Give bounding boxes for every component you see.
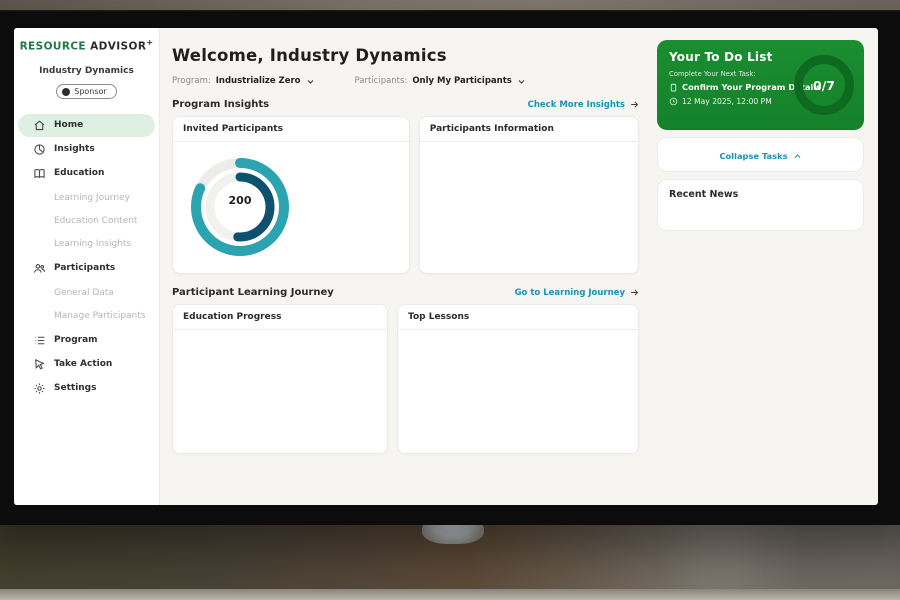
logo-plus: + <box>146 38 153 47</box>
program-insights-title: Program Insights <box>172 99 269 110</box>
page-title: Welcome, Industry Dynamics <box>172 46 639 65</box>
org-name: Industry Dynamics <box>14 66 159 76</box>
check-more-insights-label: Check More Insights <box>528 100 625 110</box>
education-progress-title: Education Progress <box>173 305 387 330</box>
chevron-down-icon <box>306 77 315 86</box>
sidebar-item-manage-participants[interactable]: Manage Participants <box>18 306 155 326</box>
education-icon <box>33 167 46 180</box>
sidebar-item-general-data[interactable]: General Data <box>18 283 155 303</box>
sidebar-item-education-content[interactable]: Education Content <box>18 211 155 231</box>
monitor-bezel: RESOURCE ADVISOR+ Industry Dynamics Spon… <box>0 10 900 525</box>
clock-icon <box>669 97 678 106</box>
collapse-tasks-label: Collapse Tasks <box>719 151 787 161</box>
sidebar-item-label: General Data <box>54 288 114 298</box>
todo-summary-card: Your To Do List Complete Your Next Task:… <box>657 40 864 130</box>
logo-primary: RESOURCE <box>20 41 86 53</box>
sidebar-item-label: Learning Insights <box>54 239 131 249</box>
sidebar-item-label: Settings <box>54 383 96 393</box>
gauge-legend <box>181 422 379 423</box>
recent-news-card: Recent News <box>657 179 864 231</box>
todo-panel: Your To Do List Complete Your Next Task:… <box>651 28 878 505</box>
participants-label: Participants: <box>355 76 408 86</box>
sidebar-item-label: Take Action <box>54 359 112 369</box>
logo-secondary: ADVISOR <box>90 41 146 53</box>
participants-information-stats <box>420 142 638 148</box>
sidebar-item-settings[interactable]: Settings <box>18 377 155 400</box>
sidebar-item-participants[interactable]: Participants <box>18 257 155 280</box>
invited-participants-title: Invited Participants <box>173 117 409 142</box>
sidebar-item-take-action[interactable]: Take Action <box>18 353 155 376</box>
dashboard-screen: RESOURCE ADVISOR+ Industry Dynamics Spon… <box>14 28 878 505</box>
recent-news-title: Recent News <box>669 189 852 200</box>
education-progress-card: Education Progress <box>172 304 388 454</box>
sidebar-item-program[interactable]: Program <box>18 329 155 352</box>
go-to-learning-journey-link[interactable]: Go to Learning Journey <box>515 288 639 298</box>
sidebar-item-label: Insights <box>54 144 95 154</box>
sidebar-item-learning-insights[interactable]: Learning Insights <box>18 234 155 254</box>
top-lessons-card: Top Lessons <box>397 304 639 454</box>
sidebar-item-label: Participants <box>54 263 115 273</box>
todo-due-date: 12 May 2025, 12:00 PM <box>682 97 772 106</box>
sidebar-item-label: Home <box>54 120 83 130</box>
learning-journey-title: Participant Learning Journey <box>172 287 334 298</box>
sidebar-item-learning-journey[interactable]: Learning Journey <box>18 188 155 208</box>
sponsor-icon <box>62 88 70 96</box>
top-lessons-list <box>398 330 638 332</box>
photo-background: RESOURCE ADVISOR+ Industry Dynamics Spon… <box>0 0 900 600</box>
participants-dropdown[interactable]: Participants: Only My Participants <box>355 76 526 86</box>
sidebar-item-label: Education <box>54 168 104 178</box>
filter-bar: Program: Industrialize Zero Participants… <box>172 76 639 86</box>
program-value: Industrialize Zero <box>216 76 301 86</box>
sponsor-badge: Sponsor <box>56 84 116 99</box>
task-icon <box>669 83 678 92</box>
sidebar-item-education[interactable]: Education <box>18 162 155 185</box>
program-dropdown[interactable]: Program: Industrialize Zero <box>172 76 315 86</box>
settings-icon <box>33 382 46 395</box>
take-action-icon <box>33 358 46 371</box>
participants-information-card: Participants Information <box>419 116 639 274</box>
sidebar-item-label: Education Content <box>54 216 137 226</box>
insights-icon <box>33 143 46 156</box>
arrow-right-icon <box>630 288 639 297</box>
participants-icon <box>33 262 46 275</box>
app-logo: RESOURCE ADVISOR+ <box>14 38 159 53</box>
top-lessons-title: Top Lessons <box>398 305 638 330</box>
chevron-up-icon <box>793 152 802 161</box>
invited-participants-card: Invited Participants 200 <box>172 116 410 274</box>
participants-information-title: Participants Information <box>420 117 638 142</box>
sidebar: RESOURCE ADVISOR+ Industry Dynamics Spon… <box>14 28 160 505</box>
sidebar-item-label: Program <box>54 335 98 345</box>
participants-value: Only My Participants <box>412 76 512 86</box>
todo-progress-ring: 0/7 <box>794 55 854 115</box>
sidebar-item-insights[interactable]: Insights <box>18 138 155 161</box>
chevron-down-icon <box>517 77 526 86</box>
sidebar-item-label: Manage Participants <box>54 311 145 321</box>
go-to-learning-journey-label: Go to Learning Journey <box>515 288 625 298</box>
check-more-insights-link[interactable]: Check More Insights <box>528 100 639 110</box>
invited-participants-donut-chart: 200 <box>179 146 301 268</box>
sidebar-item-label: Learning Journey <box>54 193 130 203</box>
home-icon <box>33 119 46 132</box>
program-icon <box>33 334 46 347</box>
todo-progress-value: 0/7 <box>813 78 835 93</box>
education-progress-gauge-chart <box>205 332 355 418</box>
main-content: Welcome, Industry Dynamics Program: Indu… <box>160 28 651 505</box>
collapse-tasks-link[interactable]: Collapse Tasks <box>665 146 856 167</box>
svg-text:200: 200 <box>229 194 252 207</box>
desk-edge <box>0 589 900 600</box>
sidebar-nav: Home Insights Education Learning Journey Edu… <box>14 114 159 400</box>
sidebar-item-home[interactable]: Home <box>18 114 155 137</box>
todo-tasks-card: Collapse Tasks <box>657 137 864 172</box>
arrow-right-icon <box>630 100 639 109</box>
program-label: Program: <box>172 76 211 86</box>
sponsor-label: Sponsor <box>74 87 106 96</box>
